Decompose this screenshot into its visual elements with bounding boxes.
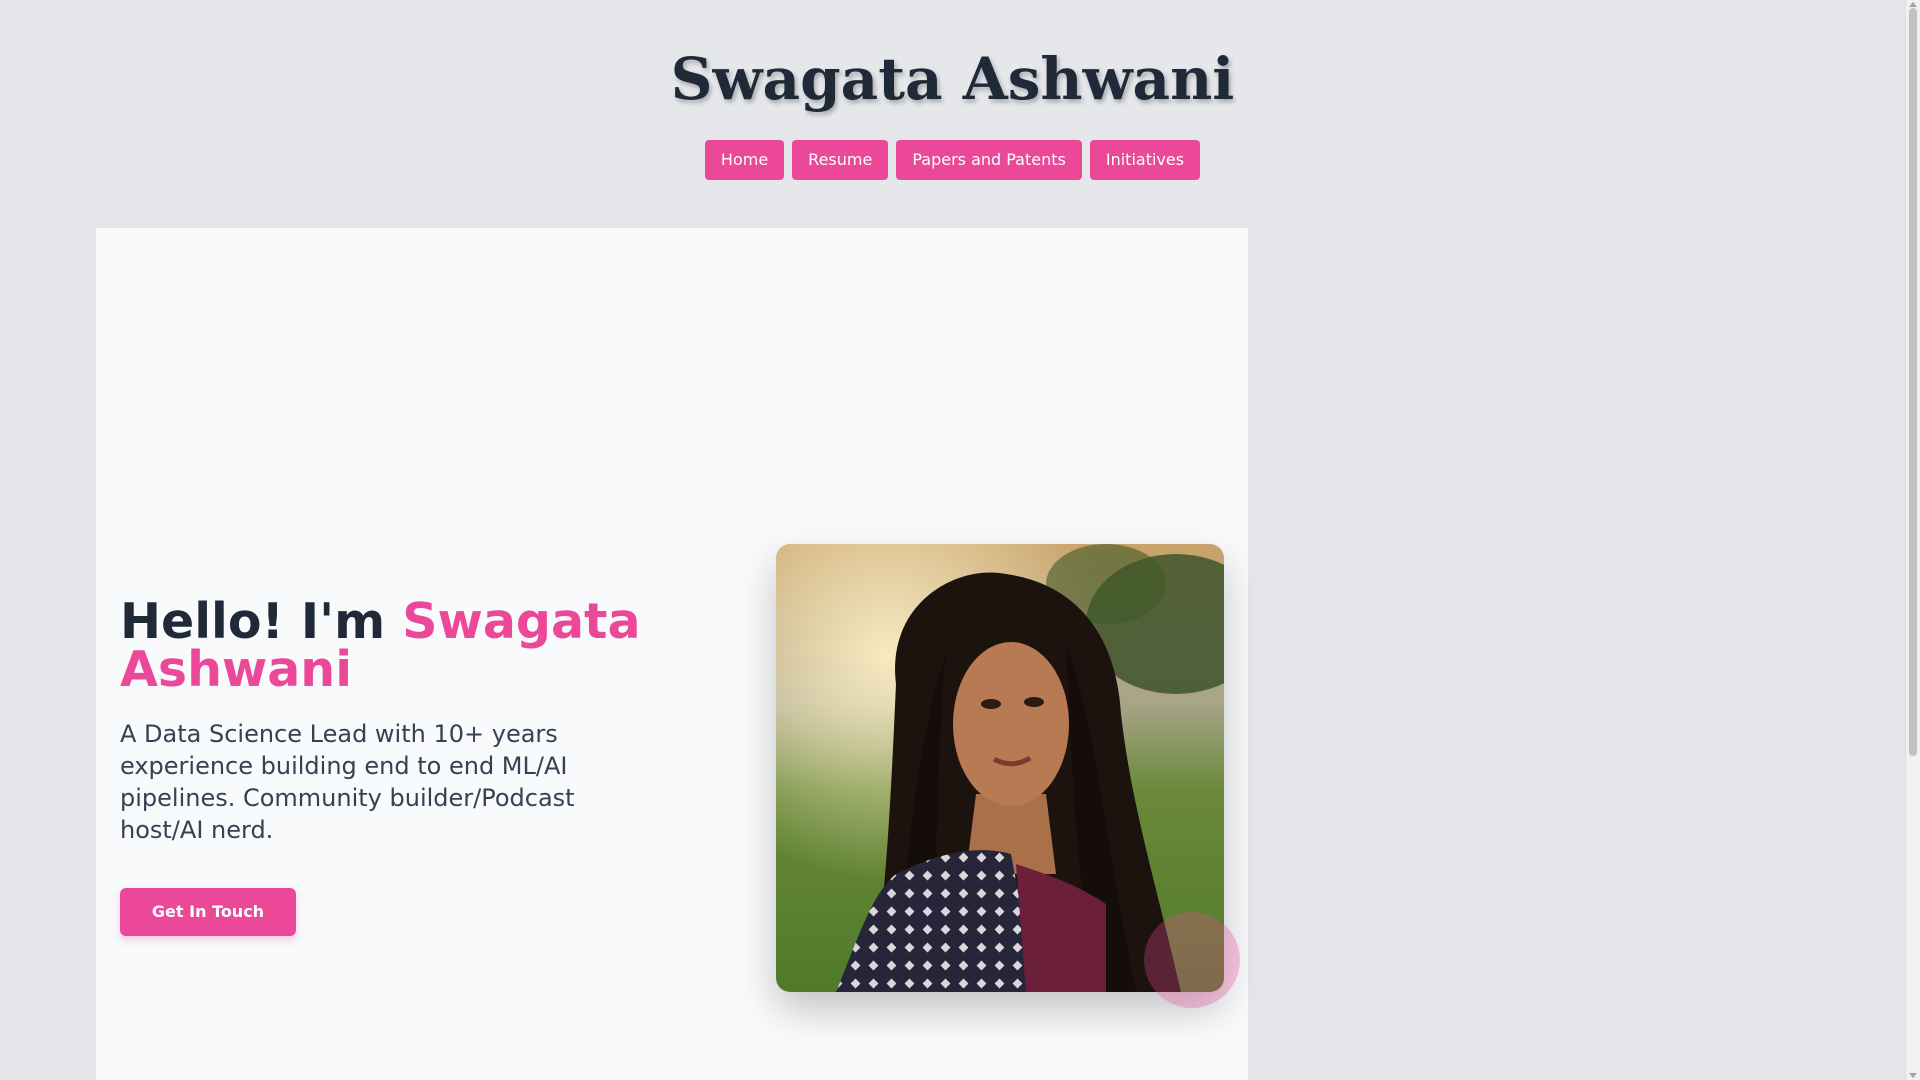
nav-initiatives-button[interactable]: Initiatives (1089, 140, 1201, 180)
get-in-touch-button[interactable]: Get In Touch (120, 888, 296, 936)
main-nav: Home Resume Papers and Patents Initiativ… (0, 140, 1905, 180)
decorative-circle (1144, 912, 1240, 1008)
hero-heading: Hello! I'm Swagata Ashwani (120, 597, 680, 694)
profile-photo (776, 544, 1224, 992)
hero-card: Hello! I'm Swagata Ashwani A Data Scienc… (96, 228, 1248, 1080)
nav-home-button[interactable]: Home (704, 140, 785, 180)
scrollbar-thumb[interactable] (1909, 8, 1917, 756)
page-scrollbar[interactable] (1905, 0, 1920, 1080)
scroll-up-icon[interactable] (1909, 2, 1917, 7)
page: Swagata Ashwani Home Resume Papers and P… (0, 0, 1920, 1080)
scroll-down-icon[interactable] (1909, 1073, 1917, 1078)
site-title: Swagata Ashwani (670, 45, 1235, 113)
hero-description: A Data Science Lead with 10+ years exper… (120, 720, 575, 844)
nav-resume-button[interactable]: Resume (792, 140, 889, 180)
nav-papers-button[interactable]: Papers and Patents (896, 140, 1082, 180)
